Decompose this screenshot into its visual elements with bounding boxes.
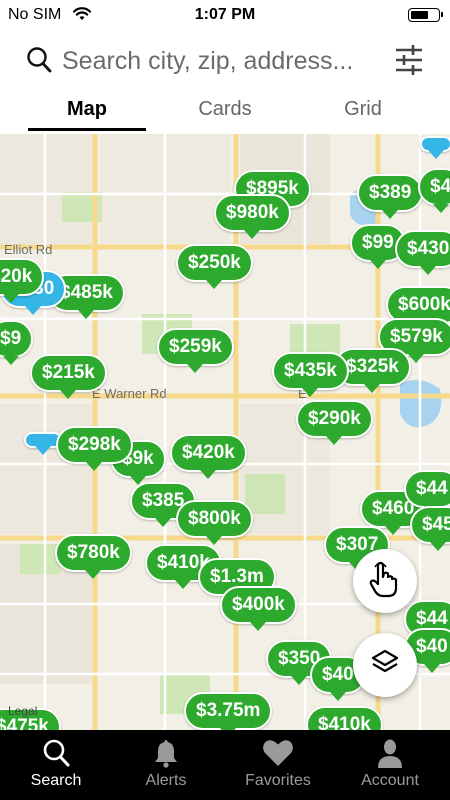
price-pin[interactable]: $410k	[306, 706, 383, 730]
price-pin[interactable]: $780k	[55, 534, 132, 579]
price-pin[interactable]: $400k	[220, 586, 297, 631]
filter-sliders-icon[interactable]	[394, 44, 424, 81]
search-icon	[26, 46, 52, 79]
draw-search-button[interactable]	[353, 549, 417, 613]
price-pin[interactable]: $44	[404, 470, 450, 515]
tab-cards[interactable]: Cards	[166, 98, 284, 121]
nav-label: Account	[361, 772, 419, 789]
price-pin[interactable]: $45	[410, 506, 450, 551]
road-label-elliot: Elliot Rd	[4, 242, 53, 257]
price-pin[interactable]: $215k	[30, 354, 107, 399]
price-pin[interactable]: $20k	[0, 258, 45, 303]
tab-map[interactable]: Map	[28, 98, 146, 121]
person-icon	[334, 738, 446, 768]
active-tab-indicator	[28, 128, 146, 131]
price-pin[interactable]: $420k	[170, 434, 247, 479]
bell-icon	[110, 738, 222, 768]
clock: 1:07 PM	[194, 6, 256, 23]
map-view[interactable]: Elliot Rd E Warner Rd E $895k $980k $389…	[0, 134, 450, 730]
search-bar	[0, 32, 450, 88]
road-label-warner: E Warner Rd	[92, 386, 167, 401]
price-pin[interactable]: $980k	[214, 194, 291, 239]
nav-label: Search	[30, 772, 82, 789]
bottom-nav: Search Alerts Favorites Account	[0, 730, 450, 800]
tab-grid[interactable]: Grid	[304, 98, 422, 121]
nav-account[interactable]: Account	[334, 738, 446, 790]
price-pin[interactable]: $389	[357, 174, 424, 219]
price-pin[interactable]: $250k	[176, 244, 253, 289]
map-legal-link[interactable]: Legal	[8, 704, 37, 718]
layers-icon	[370, 648, 400, 683]
price-pin[interactable]: $4	[418, 168, 450, 213]
price-pin[interactable]: $430	[395, 230, 450, 275]
status-bar: No SIM 1:07 PM	[0, 0, 450, 30]
nav-label: Alerts	[145, 772, 187, 789]
nav-alerts[interactable]: Alerts	[110, 738, 222, 790]
nav-favorites[interactable]: Favorites	[222, 738, 334, 790]
search-input[interactable]	[60, 42, 384, 80]
price-pin[interactable]: $290k	[296, 400, 373, 445]
price-pin[interactable]: $3.75m	[184, 692, 273, 730]
price-pin[interactable]: $259k	[157, 328, 234, 373]
nav-search[interactable]: Search	[0, 738, 112, 790]
price-pin[interactable]: $435k	[272, 352, 349, 397]
battery-icon	[408, 8, 443, 22]
price-pin[interactable]: $298k	[56, 426, 133, 471]
search-icon	[0, 738, 112, 768]
price-pin-viewed[interactable]	[420, 136, 450, 159]
heart-icon	[222, 738, 334, 768]
map-layers-button[interactable]	[353, 633, 417, 697]
nav-label: Favorites	[245, 772, 311, 789]
price-pin[interactable]: $800k	[176, 500, 253, 545]
hand-pointer-icon	[368, 560, 402, 603]
